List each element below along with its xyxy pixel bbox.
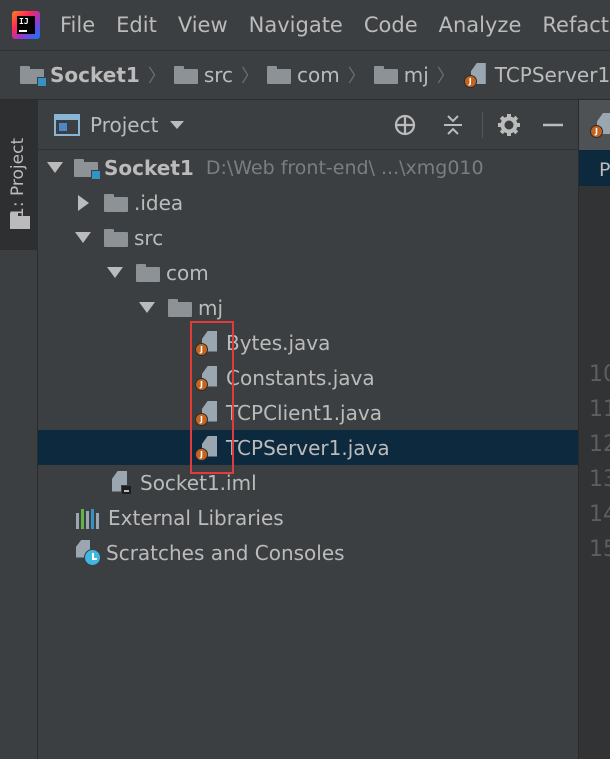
header-divider — [482, 112, 483, 138]
scratch-icon — [74, 539, 102, 567]
breadcrumb-src[interactable]: src — [173, 63, 234, 87]
tree-item-file-label: TCPClient1.java — [226, 400, 382, 425]
module-folder-icon — [20, 66, 47, 87]
project-tree: Socket1 D:\Web front-end\ ...\xmg010 .id… — [38, 150, 578, 570]
menu-navigate[interactable]: Navigate — [249, 13, 343, 37]
gear-icon[interactable] — [496, 112, 522, 138]
tree-item-idea[interactable]: .idea — [38, 185, 578, 220]
java-file-icon: J — [194, 330, 220, 356]
breadcrumb-file-label: TCPServer1.java — [494, 63, 610, 87]
line-number: 11 — [589, 397, 610, 422]
java-file-icon: J — [463, 62, 489, 88]
chevron-down-icon[interactable] — [104, 262, 126, 284]
tree-item-root-label: Socket1 — [104, 155, 194, 180]
tree-item-mj-label: mj — [198, 295, 224, 320]
editor-breadcrumb[interactable]: P — [579, 150, 610, 186]
tree-item-root-path: D:\Web front-end\ ...\xmg010 — [205, 156, 484, 179]
project-window-icon — [54, 113, 80, 136]
tree-item-file-label: Constants.java — [226, 365, 375, 390]
menu-edit[interactable]: Edit — [116, 13, 157, 37]
intellij-logo-icon: IJ — [12, 11, 40, 39]
iml-file-icon — [110, 470, 134, 496]
chevron-right-icon: 〉 — [347, 66, 366, 87]
menu-analyze[interactable]: Analyze — [439, 13, 522, 37]
menu-code[interactable]: Code — [364, 13, 418, 37]
chevron-right-icon: 〉 — [147, 66, 166, 87]
tree-item-file[interactable]: J TCPClient1.java — [38, 395, 578, 430]
breadcrumb-mj-label: mj — [403, 63, 429, 87]
line-number: 13 — [589, 467, 610, 492]
project-tool-tab[interactable]: 1: Project — [0, 100, 38, 250]
folder-icon — [104, 228, 128, 247]
breadcrumb-src-label: src — [203, 63, 234, 87]
tree-item-com[interactable]: com — [38, 255, 578, 290]
library-icon — [76, 507, 102, 529]
tree-item-mj[interactable]: mj — [38, 290, 578, 325]
java-file-icon: J — [589, 112, 610, 138]
chevron-down-icon[interactable] — [72, 227, 94, 249]
tree-item-src-label: src — [134, 225, 164, 250]
tree-item-idea-label: .idea — [134, 190, 184, 215]
folder-icon — [136, 263, 160, 282]
folder-icon — [10, 213, 30, 229]
tree-item-src[interactable]: src — [38, 220, 578, 255]
line-number-gutter: 10 11 12 13 14 15 — [579, 186, 610, 759]
tree-item-file[interactable]: J Constants.java — [38, 360, 578, 395]
breadcrumb-mj[interactable]: mj — [373, 63, 429, 87]
chevron-right-icon: 〉 — [436, 66, 455, 87]
menu-refactor[interactable]: Refacto — [542, 13, 610, 37]
tree-item-external-libraries-label: External Libraries — [108, 505, 284, 530]
breadcrumb: Socket1 〉 src 〉 com 〉 mj 〉 J TCPServer1.… — [0, 50, 610, 100]
folder-icon — [168, 298, 192, 317]
collapse-all-icon[interactable] — [440, 112, 466, 138]
project-tool-tab-label: 1: Project — [8, 137, 28, 218]
folder-icon — [173, 66, 198, 84]
tree-item-file-label: Bytes.java — [226, 330, 331, 355]
line-number: 10 — [589, 362, 610, 387]
breadcrumb-com[interactable]: com — [267, 63, 340, 87]
breadcrumb-file[interactable]: J TCPServer1.java — [463, 62, 610, 88]
menu-view[interactable]: View — [178, 13, 228, 37]
folder-icon — [104, 193, 128, 212]
tree-item-scratches[interactable]: Scratches and Consoles — [38, 535, 578, 570]
menu-file[interactable]: File — [60, 13, 95, 37]
tree-item-root[interactable]: Socket1 D:\Web front-end\ ...\xmg010 — [38, 150, 578, 185]
menu-bar: IJ File Edit View Navigate Code Analyze … — [0, 0, 610, 50]
folder-icon — [373, 66, 398, 84]
tree-item-iml[interactable]: Socket1.iml — [38, 465, 578, 500]
tree-item-external-libraries[interactable]: External Libraries — [38, 500, 578, 535]
project-panel: Project Socket1 D:\Web front-end\ ...\xm… — [38, 100, 578, 759]
module-folder-icon — [74, 158, 101, 180]
editor-tab[interactable]: J — [579, 100, 610, 150]
project-panel-header: Project — [38, 100, 578, 150]
tree-item-file[interactable]: J Bytes.java — [38, 325, 578, 360]
breadcrumb-project-label: Socket1 — [50, 63, 140, 87]
panel-title[interactable]: Project — [90, 113, 158, 137]
tree-item-com-label: com — [166, 260, 209, 285]
java-file-icon: J — [194, 435, 220, 461]
tree-item-file-label: TCPServer1.java — [226, 435, 390, 460]
folder-icon — [267, 66, 292, 84]
java-file-icon: J — [194, 400, 220, 426]
chevron-right-icon: 〉 — [241, 66, 260, 87]
line-number: 12 — [589, 432, 610, 457]
tree-item-iml-label: Socket1.iml — [140, 470, 257, 495]
java-file-icon: J — [194, 365, 220, 391]
minimize-icon[interactable] — [540, 112, 566, 138]
line-number: 15 — [589, 537, 610, 562]
chevron-down-icon[interactable] — [136, 297, 158, 319]
tree-item-file-selected[interactable]: J TCPServer1.java — [38, 430, 578, 465]
breadcrumb-project[interactable]: Socket1 — [20, 63, 140, 87]
tool-window-strip: 1: Project — [0, 100, 38, 759]
tree-item-scratches-label: Scratches and Consoles — [106, 540, 345, 565]
breadcrumb-com-label: com — [297, 63, 340, 87]
line-number: 14 — [589, 502, 610, 527]
chevron-right-icon[interactable] — [72, 192, 94, 214]
editor-area: J P 10 11 12 13 14 15 — [578, 100, 610, 759]
locate-icon[interactable] — [392, 112, 418, 138]
chevron-down-icon[interactable] — [170, 120, 185, 129]
chevron-down-icon[interactable] — [44, 157, 66, 179]
